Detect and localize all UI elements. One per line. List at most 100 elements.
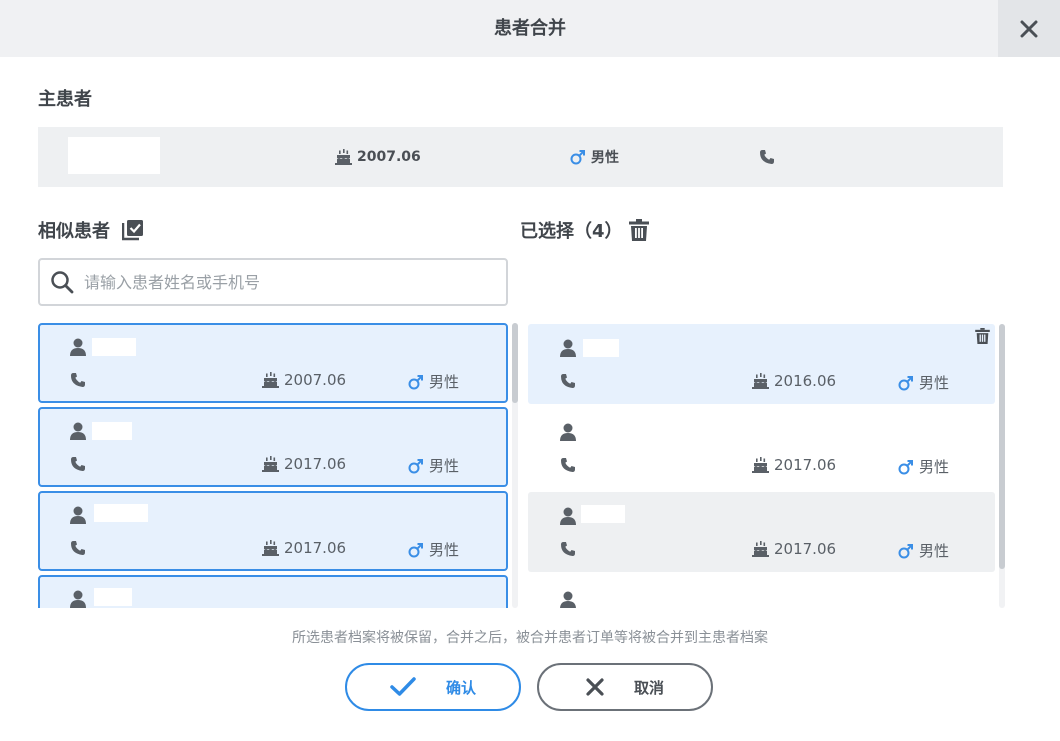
- patient-gender-text: 男性: [429, 457, 460, 475]
- user-icon: [560, 507, 576, 525]
- patient-birth-text: 2007.06: [284, 371, 347, 389]
- patient-birth-text: 2017.06: [774, 540, 837, 558]
- selected-patient-card[interactable]: [528, 576, 995, 608]
- user-icon: [560, 423, 576, 441]
- confirm-button[interactable]: 确认: [345, 663, 521, 711]
- similar-patient-card[interactable]: 2017.06 男性: [38, 407, 508, 487]
- user-icon: [70, 338, 86, 356]
- male-icon: [898, 375, 913, 390]
- merge-note: 所选患者档案将被保留，合并之后，被合并患者订单等将被合并到主患者档案: [292, 630, 768, 646]
- select-all-icon: [122, 220, 143, 241]
- user-icon: [70, 590, 86, 608]
- dialog-title: 患者合并: [494, 18, 566, 39]
- patient-gender: 男性: [408, 455, 459, 476]
- birthday-cake-icon: [262, 372, 279, 388]
- birthday-cake-icon: [752, 457, 769, 473]
- phone-icon: [71, 373, 85, 387]
- patient-birth: 2007.06: [262, 371, 346, 389]
- patient-gender-text: 男性: [919, 374, 950, 392]
- patient-gender: 男性: [408, 371, 459, 392]
- birthday-cake-icon: [262, 540, 279, 556]
- male-icon: [898, 459, 913, 474]
- patient-birth-text: 2016.06: [774, 372, 837, 390]
- birthday-cake-icon: [262, 456, 279, 472]
- similar-list-scrollbar-thumb[interactable]: [512, 323, 518, 403]
- clear-selected-button[interactable]: [628, 219, 649, 241]
- birthday-cake-icon: [752, 541, 769, 557]
- main-patient-gender-text: 男性: [591, 150, 619, 166]
- selected-patient-card[interactable]: 2016.06 男性: [528, 324, 995, 404]
- patient-gender-text: 男性: [919, 458, 950, 476]
- search-box: [38, 258, 508, 306]
- patient-name: [94, 504, 148, 522]
- selected-patients-header: 已选择（4）: [520, 217, 649, 243]
- search-icon: [51, 271, 74, 294]
- trash-icon: [975, 328, 990, 344]
- patient-name: [581, 505, 625, 523]
- cancel-label: 取消: [633, 678, 664, 697]
- male-icon: [408, 374, 423, 389]
- patient-birth-text: 2017.06: [774, 456, 837, 474]
- phone-icon: [71, 457, 85, 471]
- phone-icon: [760, 150, 774, 164]
- patient-gender-text: 男性: [919, 542, 950, 560]
- phone-icon: [561, 542, 575, 556]
- select-all-button[interactable]: [122, 219, 144, 241]
- check-icon: [390, 677, 416, 696]
- phone-icon: [71, 541, 85, 555]
- main-patient-birth: 2007.06: [335, 127, 421, 187]
- birthday-cake-icon: [752, 373, 769, 389]
- selected-patient-card[interactable]: 2017.06 男性: [528, 408, 995, 488]
- main-patient-birth-text: 2007.06: [357, 149, 421, 165]
- similar-patients-title: 相似患者: [38, 221, 110, 242]
- patient-name: [583, 339, 619, 357]
- main-patient-card: 2007.06 男性: [38, 127, 1003, 187]
- birthday-cake-icon: [335, 149, 352, 165]
- selected-list-scrollbar-thumb[interactable]: [999, 324, 1005, 569]
- patient-birth-text: 2017.06: [284, 455, 347, 473]
- dialog-header: 患者合并: [0, 0, 1060, 57]
- trash-icon: [628, 219, 649, 241]
- remove-selected-button[interactable]: [975, 328, 990, 348]
- similar-patient-card[interactable]: 2007.06 男性: [38, 323, 508, 403]
- phone-icon: [561, 374, 575, 388]
- patient-birth-text: 2017.06: [284, 539, 347, 557]
- main-patient-title: 主患者: [38, 89, 92, 110]
- similar-patients-header: 相似患者: [38, 217, 144, 243]
- similar-patient-card[interactable]: [38, 575, 508, 608]
- male-icon: [408, 458, 423, 473]
- male-icon: [570, 150, 585, 165]
- selected-patients-title: 已选择（4）: [520, 221, 623, 242]
- male-icon: [898, 543, 913, 558]
- user-icon: [560, 339, 576, 357]
- patient-gender: 男性: [898, 372, 949, 393]
- user-icon: [560, 591, 576, 608]
- patient-birth: 2017.06: [262, 455, 346, 473]
- close-button[interactable]: [998, 0, 1060, 57]
- patient-birth: 2017.06: [262, 539, 346, 557]
- patient-gender: 男性: [898, 456, 949, 477]
- patient-birth: 2017.06: [752, 456, 836, 474]
- selected-patient-card[interactable]: 2017.06 男性: [528, 492, 995, 572]
- user-icon: [70, 506, 86, 524]
- patient-birth: 2016.06: [752, 372, 836, 390]
- phone-icon: [561, 458, 575, 472]
- patient-name: [92, 422, 132, 440]
- close-icon: [1020, 20, 1038, 37]
- similar-patient-card[interactable]: 2017.06 男性: [38, 491, 508, 571]
- male-icon: [408, 542, 423, 557]
- patient-gender-text: 男性: [429, 541, 460, 559]
- confirm-label: 确认: [445, 678, 476, 697]
- patient-gender: 男性: [408, 539, 459, 560]
- main-patient-gender: 男性: [570, 127, 619, 187]
- patient-birth: 2017.06: [752, 540, 836, 558]
- cancel-button[interactable]: 取消: [537, 663, 713, 711]
- user-icon: [70, 422, 86, 440]
- similar-patients-list: 2007.06 男性 2017.06 男性 2017.06 男性: [38, 323, 510, 608]
- search-input[interactable]: [84, 272, 484, 292]
- patient-gender: 男性: [898, 540, 949, 561]
- patient-name: [92, 338, 136, 356]
- main-patient-name: [68, 137, 160, 174]
- patient-name: [94, 588, 132, 606]
- main-patient-phone: [759, 127, 780, 187]
